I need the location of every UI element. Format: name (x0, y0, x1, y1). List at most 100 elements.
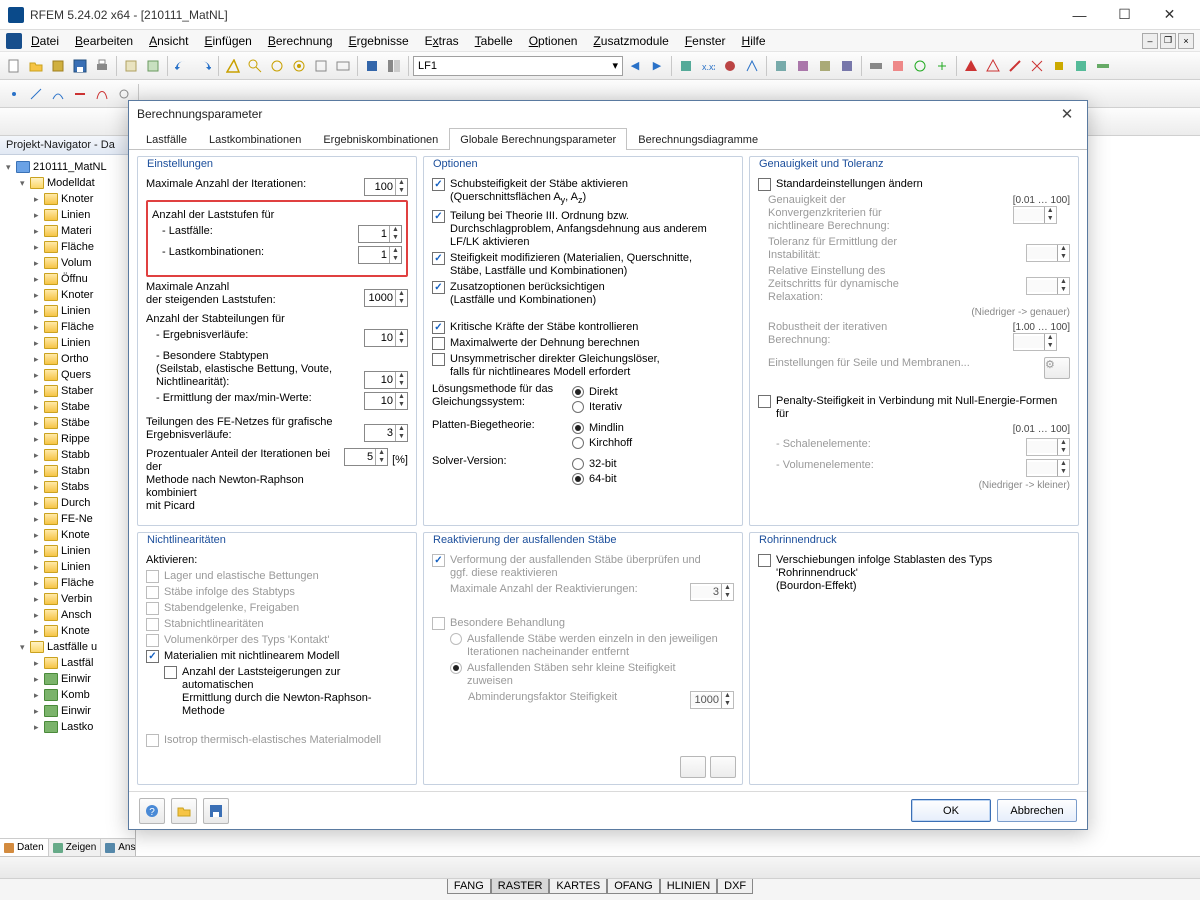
help-button[interactable]: ? (139, 798, 165, 824)
tool-icon[interactable] (121, 56, 141, 76)
tree-item[interactable]: ▸Komb (0, 687, 135, 703)
menu-hilfe[interactable]: Hilfe (735, 32, 773, 50)
menu-extras[interactable]: Extras (418, 32, 466, 50)
besondere-stabtypen-spinner[interactable]: ▲▼ (364, 371, 408, 389)
radio-iterativ[interactable] (572, 401, 584, 413)
menu-bearbeiten[interactable]: Bearbeiten (68, 32, 140, 50)
navigator-tree[interactable]: ▾210111_MatNL ▾Modelldat ▸Knoter▸Linien▸… (0, 155, 135, 838)
tool-icon[interactable] (1005, 56, 1025, 76)
tool-icon[interactable] (223, 56, 243, 76)
tool-icon[interactable] (983, 56, 1003, 76)
radio-32bit[interactable] (572, 458, 584, 470)
tool-icon[interactable] (837, 56, 857, 76)
tool-icon[interactable] (384, 56, 404, 76)
max-laststufen-spinner[interactable]: ▲▼ (364, 289, 408, 307)
tool-icon[interactable] (4, 84, 24, 104)
tree-item[interactable]: ▸Öffnu (0, 271, 135, 287)
window-close-button[interactable]: ✕ (1147, 1, 1192, 29)
checkbox-zusatzoptionen[interactable] (432, 281, 445, 294)
tree-item[interactable]: ▸Linien (0, 335, 135, 351)
checkbox-teilung-theorie3[interactable] (432, 210, 445, 223)
fenetz-spinner[interactable]: ▲▼ (364, 424, 408, 442)
tool-icon[interactable] (742, 56, 762, 76)
tool-icon[interactable] (362, 56, 382, 76)
tool-icon[interactable] (720, 56, 740, 76)
tree-item[interactable]: ▸Linien (0, 559, 135, 575)
checkbox-schubsteifigkeit[interactable] (432, 178, 445, 191)
picard-spinner[interactable]: ▲▼ (344, 448, 388, 466)
tool-icon[interactable] (26, 84, 46, 104)
tool-redo-icon[interactable] (194, 56, 214, 76)
tool-next-icon[interactable]: ▶ (647, 56, 667, 76)
menu-einfuegen[interactable]: Einfügen (197, 32, 258, 50)
lastkomb-spinner[interactable]: ▲▼ (358, 246, 402, 264)
tree-item[interactable]: ▸Fläche (0, 239, 135, 255)
tool-icon[interactable] (143, 56, 163, 76)
save-button[interactable] (203, 798, 229, 824)
window-minimize-button[interactable]: — (1057, 1, 1102, 29)
tree-item[interactable]: ▸Linien (0, 303, 135, 319)
tree-item[interactable]: ▸Stabb (0, 447, 135, 463)
tool-print-icon[interactable] (92, 56, 112, 76)
status-ofang[interactable]: OFANG (607, 879, 660, 894)
status-raster[interactable]: RASTER (491, 879, 550, 894)
checkbox-steifigkeit-modifizieren[interactable] (432, 252, 445, 265)
checkbox-std-einstellungen[interactable] (758, 178, 771, 191)
open-button[interactable] (171, 798, 197, 824)
tree-item[interactable]: ▸Verbin (0, 591, 135, 607)
tool-new-icon[interactable] (4, 56, 24, 76)
tree-item[interactable]: ▸Fläche (0, 575, 135, 591)
tool-icon[interactable] (245, 56, 265, 76)
tree-item[interactable]: ▸Lastko (0, 719, 135, 735)
tree-item[interactable]: ▸Stäbe (0, 415, 135, 431)
tree-item[interactable]: ▸Einwir (0, 703, 135, 719)
tool-icon[interactable] (289, 56, 309, 76)
tool-undo-icon[interactable] (172, 56, 192, 76)
tree-item[interactable]: ▸Ortho (0, 351, 135, 367)
tree-item[interactable]: ▸FE-Ne (0, 511, 135, 527)
mdi-minimize-button[interactable]: – (1142, 33, 1158, 49)
window-maximize-button[interactable]: ☐ (1102, 1, 1147, 29)
tool-icon[interactable] (771, 56, 791, 76)
radio-direkt[interactable] (572, 386, 584, 398)
reakt-button-2[interactable] (710, 756, 736, 778)
tree-item[interactable]: ▸Knote (0, 623, 135, 639)
tool-icon[interactable] (676, 56, 696, 76)
tool-save-icon[interactable] (70, 56, 90, 76)
tool-icon[interactable] (70, 84, 90, 104)
tree-item[interactable]: ▸Linien (0, 207, 135, 223)
menu-ergebnisse[interactable]: Ergebnisse (342, 32, 416, 50)
tree-item[interactable]: ▸Knote (0, 527, 135, 543)
tool-icon[interactable] (910, 56, 930, 76)
tool-icon[interactable] (888, 56, 908, 76)
tool-icon[interactable] (267, 56, 287, 76)
tree-item[interactable]: ▸Quers (0, 367, 135, 383)
checkbox-unsymmetrischer-solver[interactable] (432, 353, 445, 366)
nav-tab-daten[interactable]: Daten (0, 839, 49, 856)
reakt-button-1[interactable] (680, 756, 706, 778)
lastfaelle-spinner[interactable]: ▲▼ (358, 225, 402, 243)
tool-prev-icon[interactable]: ◀ (625, 56, 645, 76)
tree-item[interactable]: ▸Ansch (0, 607, 135, 623)
tree-item[interactable]: ▸Stabe (0, 399, 135, 415)
tool-icon[interactable] (333, 56, 353, 76)
menu-zusatzmodule[interactable]: Zusatzmodule (586, 32, 675, 50)
tool-icon[interactable] (866, 56, 886, 76)
tree-item[interactable]: ▸Stabs (0, 479, 135, 495)
tool-icon[interactable] (1071, 56, 1091, 76)
tool-icon[interactable] (48, 56, 68, 76)
menu-tabelle[interactable]: Tabelle (468, 32, 520, 50)
tool-icon[interactable] (48, 84, 68, 104)
tool-icon[interactable] (1027, 56, 1047, 76)
tool-icon[interactable] (815, 56, 835, 76)
status-hlinien[interactable]: HLINIEN (660, 879, 717, 894)
checkbox-kritische-kraefte[interactable] (432, 321, 445, 334)
tool-icon[interactable]: x.xx (698, 56, 718, 76)
tab-berechnungsdiagramme[interactable]: Berechnungsdiagramme (627, 128, 769, 150)
tool-icon[interactable] (932, 56, 952, 76)
maxmin-spinner[interactable]: ▲▼ (364, 392, 408, 410)
seile-settings-button[interactable]: ⚙ (1044, 357, 1070, 379)
ok-button[interactable]: OK (911, 799, 991, 822)
tab-ergebniskombinationen[interactable]: Ergebniskombinationen (312, 128, 449, 150)
ergebnisverlaeufe-spinner[interactable]: ▲▼ (364, 329, 408, 347)
